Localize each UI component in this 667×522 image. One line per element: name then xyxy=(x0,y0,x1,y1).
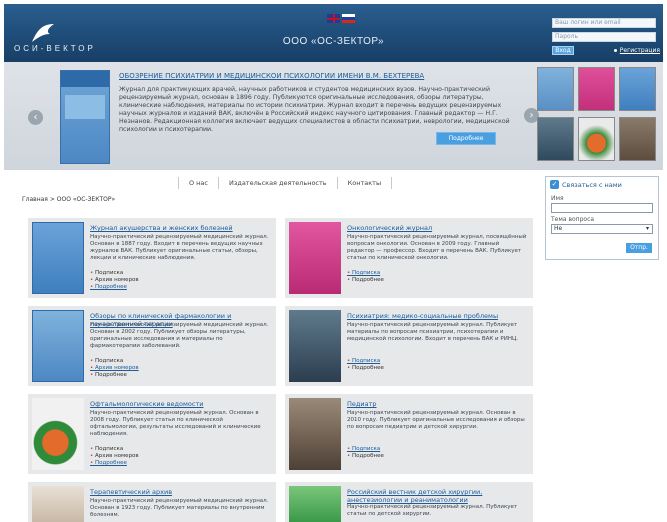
card-link[interactable]: Подписка xyxy=(90,358,139,365)
card-link[interactable]: Подробнее xyxy=(347,365,384,372)
cover-image[interactable] xyxy=(289,486,341,522)
thumbnail-image[interactable] xyxy=(537,117,574,161)
card-title[interactable]: Российский вестник детской хирургии, ане… xyxy=(347,488,527,504)
thumbnail-image[interactable] xyxy=(619,67,656,111)
subject-select[interactable]: Не ▾ xyxy=(551,224,653,234)
card-description: Научно-практический рецензируемый журнал… xyxy=(347,322,518,342)
card-title[interactable]: Офтальмологические ведомости xyxy=(90,400,270,408)
card-link[interactable]: Подписка xyxy=(347,446,384,453)
card-description: Научно-практический рецензируемый журнал… xyxy=(347,410,525,430)
password-field[interactable]: Пароль xyxy=(552,32,656,42)
contact-form: ✓ Связаться с нами Имя Тема вопроса Не ▾… xyxy=(545,176,659,260)
thumbnail-image[interactable] xyxy=(578,117,615,161)
card-link[interactable]: Архив номеров xyxy=(90,453,139,460)
card-description: Научно-практический рецензируемый журнал… xyxy=(347,504,518,517)
product-card: Психиатрия: медико-социальные проблемы Н… xyxy=(285,306,533,386)
card-title[interactable]: Журнал акушерства и женских болезней xyxy=(90,224,270,232)
card-title[interactable]: Педиатр xyxy=(347,400,527,408)
card-link[interactable]: Архив номеров xyxy=(90,365,139,372)
card-title[interactable]: Терапевтический архив xyxy=(90,488,270,496)
login-field[interactable]: Ваш логин или email xyxy=(552,18,656,28)
featured-title[interactable]: ОБОЗРЕНИЕ ПСИХИАТРИИ И МЕДИЦИНСКОЙ ПСИХО… xyxy=(119,72,519,80)
bullet-icon xyxy=(613,49,617,52)
send-button[interactable]: Отпр. xyxy=(626,243,652,253)
cover-image[interactable] xyxy=(289,222,341,294)
contact-title: Связаться с нами xyxy=(562,180,622,189)
product-card: Журнал акушерства и женских болезней Нау… xyxy=(28,218,276,298)
card-title[interactable]: Онкологический журнал xyxy=(347,224,527,232)
card-link[interactable]: Подробнее xyxy=(90,372,139,379)
cover-image[interactable] xyxy=(289,398,341,470)
tab-contacts[interactable]: Контакты xyxy=(338,177,393,189)
cover-image[interactable] xyxy=(32,398,84,470)
checkbox-icon: ✓ xyxy=(550,180,559,189)
card-link[interactable]: Подробнее xyxy=(90,284,139,291)
card-description: Научно-практический рецензируемый журнал… xyxy=(90,410,261,437)
card-description: Научно-практический рецензируемый медици… xyxy=(90,322,269,349)
cover-image[interactable] xyxy=(289,310,341,382)
russian-flag-icon[interactable] xyxy=(342,14,355,23)
name-field[interactable] xyxy=(551,203,653,213)
product-card: Терапевтический архив Научно-практически… xyxy=(28,482,276,522)
card-link[interactable]: Подробнее xyxy=(347,277,384,284)
breadcrumb[interactable]: Главная > ООО «ОС-ЗЕКТОР» xyxy=(22,196,115,203)
login-button[interactable]: Вход xyxy=(552,46,574,55)
login-form: Ваш логин или email Пароль Вход Регистра… xyxy=(552,18,660,55)
card-link[interactable]: Подробнее xyxy=(90,460,139,467)
thumbnail-image[interactable] xyxy=(578,67,615,111)
slider-thumbnails xyxy=(537,67,657,165)
card-link[interactable]: Подробнее xyxy=(347,453,384,460)
product-card: Педиатр Научно-практический рецензируемы… xyxy=(285,394,533,474)
cover-image[interactable] xyxy=(32,222,84,294)
product-card: Российский вестник детской хирургии, ане… xyxy=(285,482,533,522)
product-card: Офтальмологические ведомости Научно-прак… xyxy=(28,394,276,474)
product-card: Обзоры по клинической фармакологии и лек… xyxy=(28,306,276,386)
thumbnail-image[interactable] xyxy=(619,117,656,161)
card-description: Научно-практический рецензируемый медици… xyxy=(90,234,269,261)
chevron-down-icon: ▾ xyxy=(645,225,649,232)
english-flag-icon[interactable] xyxy=(327,14,340,23)
card-link[interactable]: Подписка xyxy=(347,270,384,277)
name-label: Имя xyxy=(551,195,564,202)
slider-prev-icon[interactable]: ‹ xyxy=(28,110,43,125)
thumbnail-image[interactable] xyxy=(537,67,574,111)
register-link[interactable]: Регистрация xyxy=(620,47,660,54)
featured-cover-image[interactable] xyxy=(60,70,110,164)
tab-publishing[interactable]: Издательская деятельность xyxy=(219,177,338,189)
subject-value: Не xyxy=(554,225,563,232)
card-link[interactable]: Архив номеров xyxy=(90,277,139,284)
main-tabs: О нас Издательская деятельность Контакты xyxy=(178,177,393,189)
card-description: Научно-практический рецензируемый медици… xyxy=(90,498,269,518)
cover-image[interactable] xyxy=(32,486,84,522)
card-title[interactable]: Психиатрия: медико-социальные проблемы xyxy=(347,312,527,320)
card-link[interactable]: Подписка xyxy=(347,358,384,365)
site-header: ОСИ-ВЕКТОР ООО «ОС-ЗЕКТОР» Ваш логин или… xyxy=(4,4,663,62)
subject-label: Тема вопроса xyxy=(551,216,595,223)
language-switcher xyxy=(327,14,355,23)
tab-about[interactable]: О нас xyxy=(178,177,219,189)
card-link[interactable]: Подписка xyxy=(90,270,139,277)
card-link[interactable]: Подписка xyxy=(90,446,139,453)
card-description: Научно-практический рецензируемый журнал… xyxy=(347,234,527,261)
cover-image[interactable] xyxy=(32,310,84,382)
product-card: Онкологический журнал Научно-практически… xyxy=(285,218,533,298)
more-button[interactable]: Подробнее xyxy=(436,132,496,145)
